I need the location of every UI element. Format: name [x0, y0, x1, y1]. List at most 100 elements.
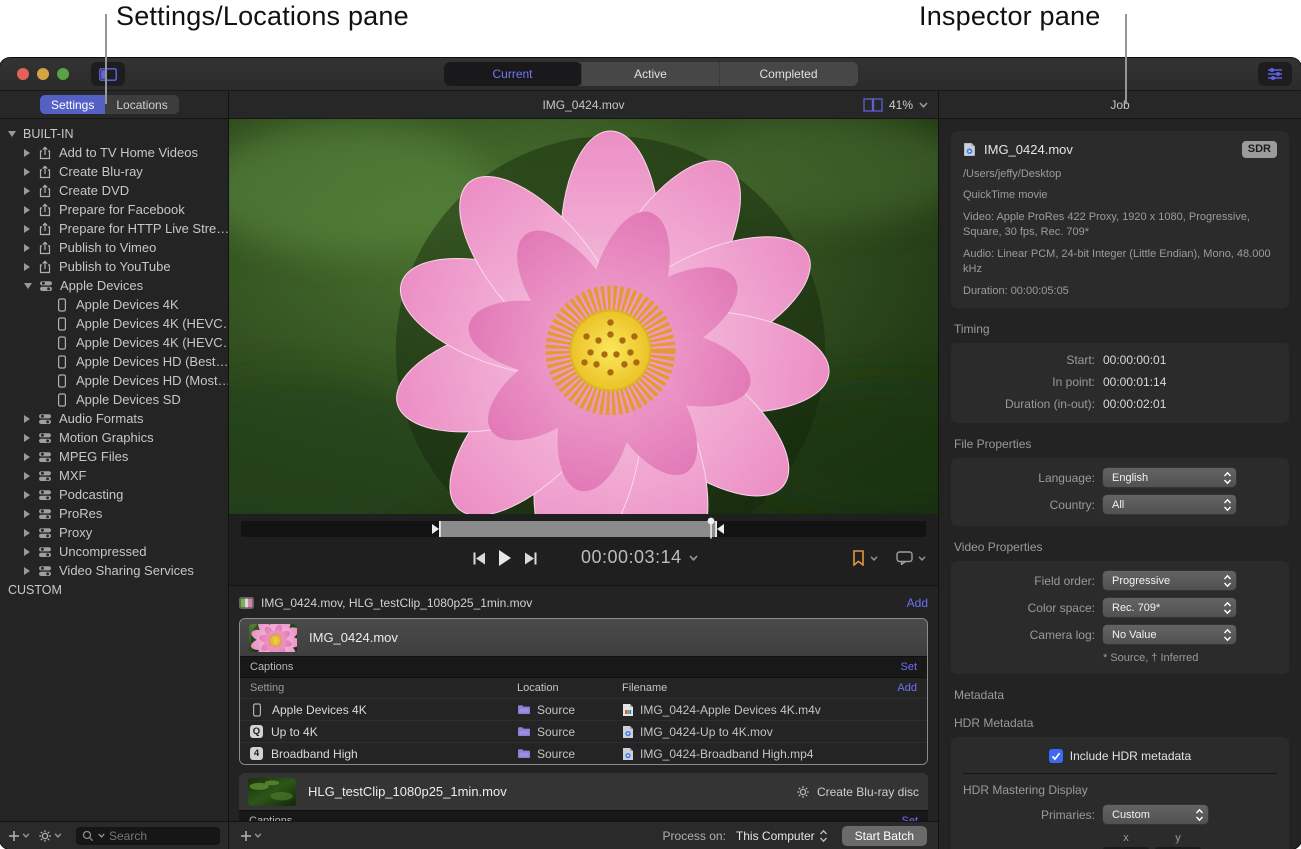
camera-log-select[interactable]: No Value	[1103, 625, 1236, 644]
job-2-action[interactable]: Create Blu-ray disc	[796, 785, 919, 799]
disclosure-right-icon[interactable]	[24, 548, 30, 556]
skip-to-end-button[interactable]	[523, 552, 538, 565]
tab-settings[interactable]: Settings	[40, 95, 105, 114]
group-built-in[interactable]: BUILT-IN	[0, 124, 228, 143]
sidebar-item-publish-to-youtube[interactable]: Publish to YouTube	[0, 257, 228, 276]
add-to-batch-button[interactable]	[240, 830, 262, 842]
disclosure-right-icon[interactable]	[24, 491, 30, 499]
color-space-select[interactable]: Rec. 709*	[1103, 598, 1236, 617]
add-setting-button[interactable]	[8, 830, 30, 842]
split-view-icon[interactable]	[863, 98, 883, 112]
chevron-down-icon[interactable]	[689, 555, 698, 561]
tab-locations[interactable]: Locations	[105, 95, 178, 114]
sidebar-item-create-dvd[interactable]: Create DVD	[0, 181, 228, 200]
disclosure-right-icon[interactable]	[24, 415, 30, 423]
playhead-marker[interactable]	[707, 517, 715, 539]
tab-current[interactable]: Current	[444, 62, 582, 86]
sidebar-item-video-sharing-services[interactable]: Video Sharing Services	[0, 561, 228, 580]
output-row-2[interactable]: QUp to 4K Source IMG_0424-Up to 4K.mov	[240, 720, 927, 742]
zoom-level[interactable]: 41%	[889, 98, 913, 112]
timecode-display[interactable]: 00:00:03:14	[581, 547, 682, 568]
sidebar-item-podcasting[interactable]: Podcasting	[0, 485, 228, 504]
field-order-select[interactable]: Progressive	[1103, 571, 1236, 590]
captions-overlay-button[interactable]	[896, 551, 913, 565]
add-job-link[interactable]: Add	[907, 596, 928, 610]
group-custom[interactable]: CUSTOM	[0, 580, 228, 599]
sidebar-item-apple-devices-sd[interactable]: Apple Devices SD	[0, 390, 228, 409]
disclosure-down-icon[interactable]	[24, 283, 32, 289]
tab-active[interactable]: Active	[582, 62, 720, 86]
output-row-1[interactable]: Apple Devices 4K Source IMG_0424-Apple D…	[240, 698, 927, 720]
disclosure-right-icon[interactable]	[24, 453, 30, 461]
sidebar-item-apple-devices-hd-best[interactable]: Apple Devices HD (Best…	[0, 352, 228, 371]
disclosure-right-icon[interactable]	[24, 529, 30, 537]
disclosure-right-icon[interactable]	[24, 434, 30, 442]
disclosure-right-icon[interactable]	[24, 149, 30, 157]
sidebar-item-create-blu-ray[interactable]: Create Blu-ray	[0, 162, 228, 181]
job-2-row[interactable]: HLG_testClip_1080p25_1min.mov Create Blu…	[239, 773, 928, 810]
in-point-marker[interactable]	[431, 521, 441, 537]
country-select[interactable]: All	[1103, 495, 1236, 514]
process-on-select[interactable]: This Computer	[736, 829, 828, 843]
minimize-window-button[interactable]	[37, 68, 49, 80]
captions-set-link[interactable]: Set	[900, 661, 917, 673]
disclosure-down-icon[interactable]	[8, 131, 16, 137]
sidebar-item-add-to-tv-home-videos[interactable]: Add to TV Home Videos	[0, 143, 228, 162]
sidebar-item-apple-devices-4k[interactable]: Apple Devices 4K	[0, 295, 228, 314]
search-input[interactable]: Search	[76, 827, 220, 845]
toggle-settings-pane-button[interactable]	[91, 62, 125, 86]
sidebar-item-motion-graphics[interactable]: Motion Graphics	[0, 428, 228, 447]
primaries-select[interactable]: Custom	[1103, 805, 1208, 824]
disclosure-right-icon[interactable]	[24, 567, 30, 575]
sidebar-item-prepare-for-http-live-streaming[interactable]: Prepare for HTTP Live Stre…	[0, 219, 228, 238]
language-select[interactable]: English	[1103, 468, 1236, 487]
play-button[interactable]	[498, 550, 512, 566]
sidebar-item-apple-devices-4k-hevc-1[interactable]: Apple Devices 4K (HEVC…	[0, 314, 228, 333]
chevron-down-icon[interactable]	[918, 556, 926, 561]
tab-completed[interactable]: Completed	[720, 62, 858, 86]
disclosure-right-icon[interactable]	[24, 206, 30, 214]
file-properties-card: Language: English Country: All	[951, 458, 1289, 526]
sidebar-item-uncompressed[interactable]: Uncompressed	[0, 542, 228, 561]
in-out-range[interactable]	[440, 521, 717, 537]
sidebar-item-audio-formats[interactable]: Audio Formats	[0, 409, 228, 428]
sidebar-item-publish-to-vimeo[interactable]: Publish to Vimeo	[0, 238, 228, 257]
action-menu-button[interactable]	[38, 829, 62, 843]
sidebar-item-apple-devices-4k-hevc-2[interactable]: Apple Devices 4K (HEVC…	[0, 333, 228, 352]
disclosure-right-icon[interactable]	[24, 187, 30, 195]
disclosure-right-icon[interactable]	[24, 244, 30, 252]
sidebar-item-mpeg-files[interactable]: MPEG Files	[0, 447, 228, 466]
job-1-row[interactable]: IMG_0424.mov	[240, 619, 927, 656]
marker-bookmark-button[interactable]	[852, 550, 865, 566]
setting-group-icon	[38, 431, 52, 445]
sidebar-item-apple-devices[interactable]: Apple Devices	[0, 276, 228, 295]
setting-group-icon	[38, 564, 52, 578]
job-1-selected[interactable]: IMG_0424.mov Captions Set Setting Locati…	[239, 618, 928, 765]
sidebar-item-apple-devices-hd-most[interactable]: Apple Devices HD (Most…	[0, 371, 228, 390]
sidebar-item-prepare-for-facebook[interactable]: Prepare for Facebook	[0, 200, 228, 219]
chevron-down-icon[interactable]	[870, 556, 878, 561]
out-point-marker[interactable]	[715, 521, 725, 537]
toggle-inspector-button[interactable]	[1258, 62, 1292, 86]
search-icon	[82, 830, 94, 842]
timeline-scrubber[interactable]	[241, 521, 926, 537]
disclosure-right-icon[interactable]	[24, 472, 30, 480]
sidebar-item-proxy[interactable]: Proxy	[0, 523, 228, 542]
chevron-down-icon[interactable]	[919, 102, 928, 108]
disclosure-right-icon[interactable]	[24, 263, 30, 271]
add-output-link[interactable]: Add	[897, 682, 917, 694]
output-row-3[interactable]: 4Broadband High Source IMG_0424-Broadban…	[240, 742, 927, 764]
disclosure-right-icon[interactable]	[24, 168, 30, 176]
sidebar-item-mxf[interactable]: MXF	[0, 466, 228, 485]
disclosure-right-icon[interactable]	[24, 225, 30, 233]
setting-group-icon	[38, 488, 52, 502]
sidebar-item-prores[interactable]: ProRes	[0, 504, 228, 523]
disclosure-right-icon[interactable]	[24, 510, 30, 518]
job-2[interactable]: HLG_testClip_1080p25_1min.mov Create Blu…	[239, 773, 928, 821]
skip-to-start-button[interactable]	[472, 552, 487, 565]
zoom-window-button[interactable]	[57, 68, 69, 80]
video-preview[interactable]	[229, 119, 938, 514]
include-hdr-checkbox[interactable]	[1049, 749, 1063, 763]
start-batch-button[interactable]: Start Batch	[842, 826, 927, 846]
close-window-button[interactable]	[17, 68, 29, 80]
